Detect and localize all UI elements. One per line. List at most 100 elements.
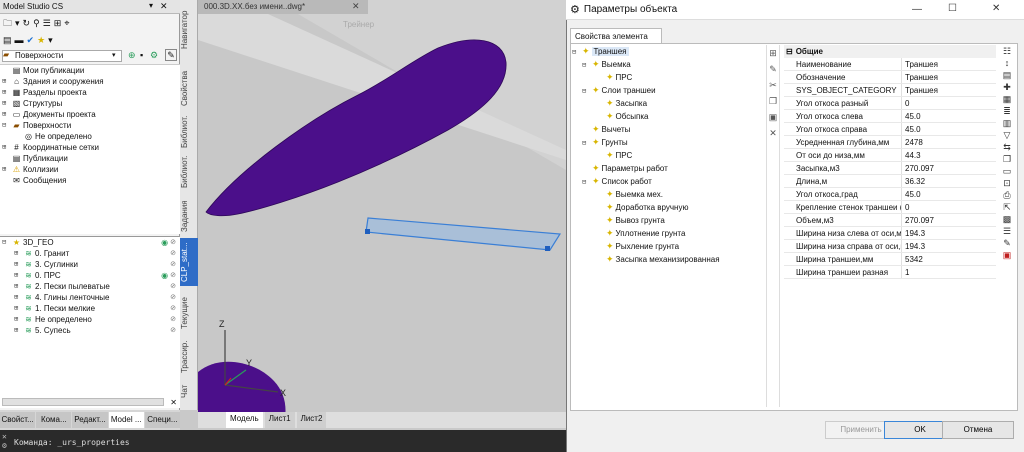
- collapse-icon[interactable]: ⊟: [582, 139, 590, 147]
- lock-icon[interactable]: ⊘: [170, 248, 176, 259]
- vertical-tab[interactable]: Библиот.: [180, 150, 198, 194]
- chevron-down-icon[interactable]: ▾: [112, 51, 116, 59]
- document-tab[interactable]: 000.3D.XX.без имени..dwg*: [198, 0, 368, 14]
- property-value[interactable]: 0: [902, 201, 996, 213]
- surface-item[interactable]: ⊞ ≋ 5. Супесь ⊘: [0, 325, 180, 336]
- property-row[interactable]: Обозначение Траншея: [784, 71, 996, 84]
- pin-tool-icon[interactable]: ✎: [165, 49, 177, 61]
- sheets-icon[interactable]: ▤: [3, 35, 12, 45]
- operation-item[interactable]: ✦ Вывоз грунта: [572, 214, 764, 227]
- tree-item[interactable]: ⊞ ▦ Разделы проекта: [0, 87, 180, 98]
- property-row[interactable]: Угол откоса справа 45.0: [784, 123, 996, 136]
- vertical-tab[interactable]: Задания: [180, 196, 198, 236]
- property-value[interactable]: 44.3: [902, 149, 996, 161]
- view-dropdown[interactable]: Поверхности: [2, 50, 122, 62]
- more-icon[interactable]: ▾: [48, 35, 53, 45]
- surface-item[interactable]: ⊞ ≋ Не определено ⊘: [0, 314, 180, 325]
- add-icon[interactable]: ⊕: [128, 50, 136, 61]
- expand-icon[interactable]: ⊞: [14, 303, 22, 314]
- property-row[interactable]: Угол откоса,град 45.0: [784, 188, 996, 201]
- scrollbar[interactable]: [2, 398, 164, 406]
- property-row[interactable]: Усредненная глубина,мм 2478: [784, 136, 996, 149]
- table-icon[interactable]: ▥: [998, 117, 1016, 129]
- tree-item[interactable]: ◎ Не определено: [0, 131, 180, 142]
- operation-item[interactable]: ✦ Обсыпка: [572, 110, 764, 123]
- operation-item[interactable]: ✦ Засыпка механизированная: [572, 253, 764, 266]
- folder-icon[interactable]: ▭: [998, 165, 1016, 177]
- lock-icon[interactable]: ⊘: [170, 270, 176, 281]
- surface-item[interactable]: ⊞ ≋ 4. Глины ленточные ⊘: [0, 292, 180, 303]
- sort-az-icon[interactable]: ↕: [998, 57, 1016, 69]
- property-row[interactable]: Крепление стенок траншеи (0... 0: [784, 201, 996, 214]
- check-icon[interactable]: ✔: [27, 35, 35, 45]
- tree-item[interactable]: ⊞ # Координатные сетки: [0, 142, 180, 153]
- minimize-icon[interactable]: —: [912, 4, 922, 15]
- tree-item[interactable]: ⊞ ⌂ Здания и сооружения: [0, 76, 180, 87]
- expand-icon[interactable]: ⊞: [14, 292, 22, 303]
- filter-icon[interactable]: ⚲: [33, 18, 40, 28]
- operation-item[interactable]: ⊟ ✦ Выемка: [572, 58, 764, 71]
- pages-icon[interactable]: ▤: [998, 69, 1016, 81]
- property-value[interactable]: 0: [902, 97, 996, 109]
- expand-icon[interactable]: ⊞: [2, 142, 10, 153]
- layout-tab[interactable]: Лист2: [296, 412, 327, 428]
- collapse-group-icon[interactable]: ⊟: [786, 47, 793, 56]
- save-icon[interactable]: ▪: [140, 50, 143, 60]
- vertical-tab[interactable]: CLP_stat...: [180, 238, 198, 286]
- cmd-settings-icon[interactable]: ⚙: [2, 441, 7, 450]
- property-value[interactable]: Траншея: [902, 58, 996, 70]
- property-value[interactable]: 36.32: [902, 175, 996, 187]
- categorized-icon[interactable]: ☷: [998, 45, 1016, 57]
- list-icon[interactable]: ☰: [43, 18, 51, 28]
- tree-item[interactable]: ▤ Мои публикации: [0, 65, 180, 76]
- expand-icon[interactable]: ⊞: [2, 98, 10, 109]
- print-icon[interactable]: ⎙: [998, 189, 1016, 201]
- tree-item[interactable]: ✉ Сообщения: [0, 175, 180, 186]
- tag-icon[interactable]: ✎: [767, 61, 779, 77]
- property-row[interactable]: Ширина траншеи разная 1: [784, 266, 996, 279]
- property-value[interactable]: 5342: [902, 253, 996, 265]
- property-value[interactable]: 270.097: [902, 214, 996, 226]
- vertical-tab[interactable]: Навигатор: [180, 2, 198, 58]
- folder-icon[interactable]: 🗀: [3, 18, 12, 28]
- surface-item[interactable]: ⊞ ≋ 0. ПРС ◉ ⊘: [0, 270, 180, 281]
- property-value[interactable]: 194.3: [902, 227, 996, 239]
- property-value[interactable]: 45.0: [902, 188, 996, 200]
- group-header[interactable]: ⊟ Общие: [784, 45, 996, 58]
- tab-element-properties[interactable]: Свойства элемента: [570, 28, 662, 44]
- expand-icon[interactable]: ⊞: [14, 325, 22, 336]
- collapse-icon[interactable]: ▬: [15, 35, 24, 45]
- lock-icon[interactable]: ⊘: [170, 237, 176, 248]
- surface-item[interactable]: ⊞ ≋ 2. Пески пылеватые ⊘: [0, 281, 180, 292]
- edit-icon[interactable]: ✎: [998, 237, 1016, 249]
- panel-tab[interactable]: Кома...: [36, 412, 72, 428]
- panel-tab[interactable]: Model ...: [108, 412, 144, 428]
- property-value[interactable]: 270.097: [902, 162, 996, 174]
- tree-view-icon[interactable]: ⊞: [54, 18, 62, 28]
- tree-item[interactable]: ⊞ ▭ Документы проекта: [0, 109, 180, 120]
- operation-item[interactable]: ✦ Вычеты: [572, 123, 764, 136]
- property-row[interactable]: От оси до низа,мм 44.3: [784, 149, 996, 162]
- settings-icon[interactable]: ⚙: [150, 50, 158, 61]
- collapse-icon[interactable]: ⊟: [572, 48, 580, 56]
- filter-icon[interactable]: ▽: [998, 129, 1016, 141]
- collapse-icon[interactable]: ⊟: [582, 178, 590, 186]
- export-icon[interactable]: ⇱: [998, 201, 1016, 213]
- tree-item[interactable]: ⊞ ⚠ Коллизии: [0, 164, 180, 175]
- close-icon[interactable]: ✕: [170, 398, 177, 407]
- tree-item[interactable]: ▤ Публикации: [0, 153, 180, 164]
- property-row[interactable]: SYS_OBJECT_CATEGORY Траншея: [784, 84, 996, 97]
- property-row[interactable]: Ширина низа справа от оси,мм 194.3: [784, 240, 996, 253]
- pick-icon[interactable]: ✚: [998, 81, 1016, 93]
- expand-icon[interactable]: ⊞: [2, 76, 10, 87]
- lock-icon[interactable]: ⊘: [170, 259, 176, 270]
- expand-icon[interactable]: ⊞: [14, 314, 22, 325]
- surface-item[interactable]: ⊞ ≋ 3. Суглинки ⊘: [0, 259, 180, 270]
- collapse-icon[interactable]: ⊟: [2, 120, 10, 131]
- operation-item[interactable]: ⊟ ✦ Список работ: [572, 175, 764, 188]
- lock-icon[interactable]: ⊘: [170, 292, 176, 303]
- model-viewport[interactable]: Z X Y Трейнер ▦: [198, 0, 566, 428]
- binoculars-icon[interactable]: ⌖: [64, 18, 69, 28]
- property-row[interactable]: Наименование Траншея: [784, 58, 996, 71]
- operation-item[interactable]: ✦ Засыпка: [572, 97, 764, 110]
